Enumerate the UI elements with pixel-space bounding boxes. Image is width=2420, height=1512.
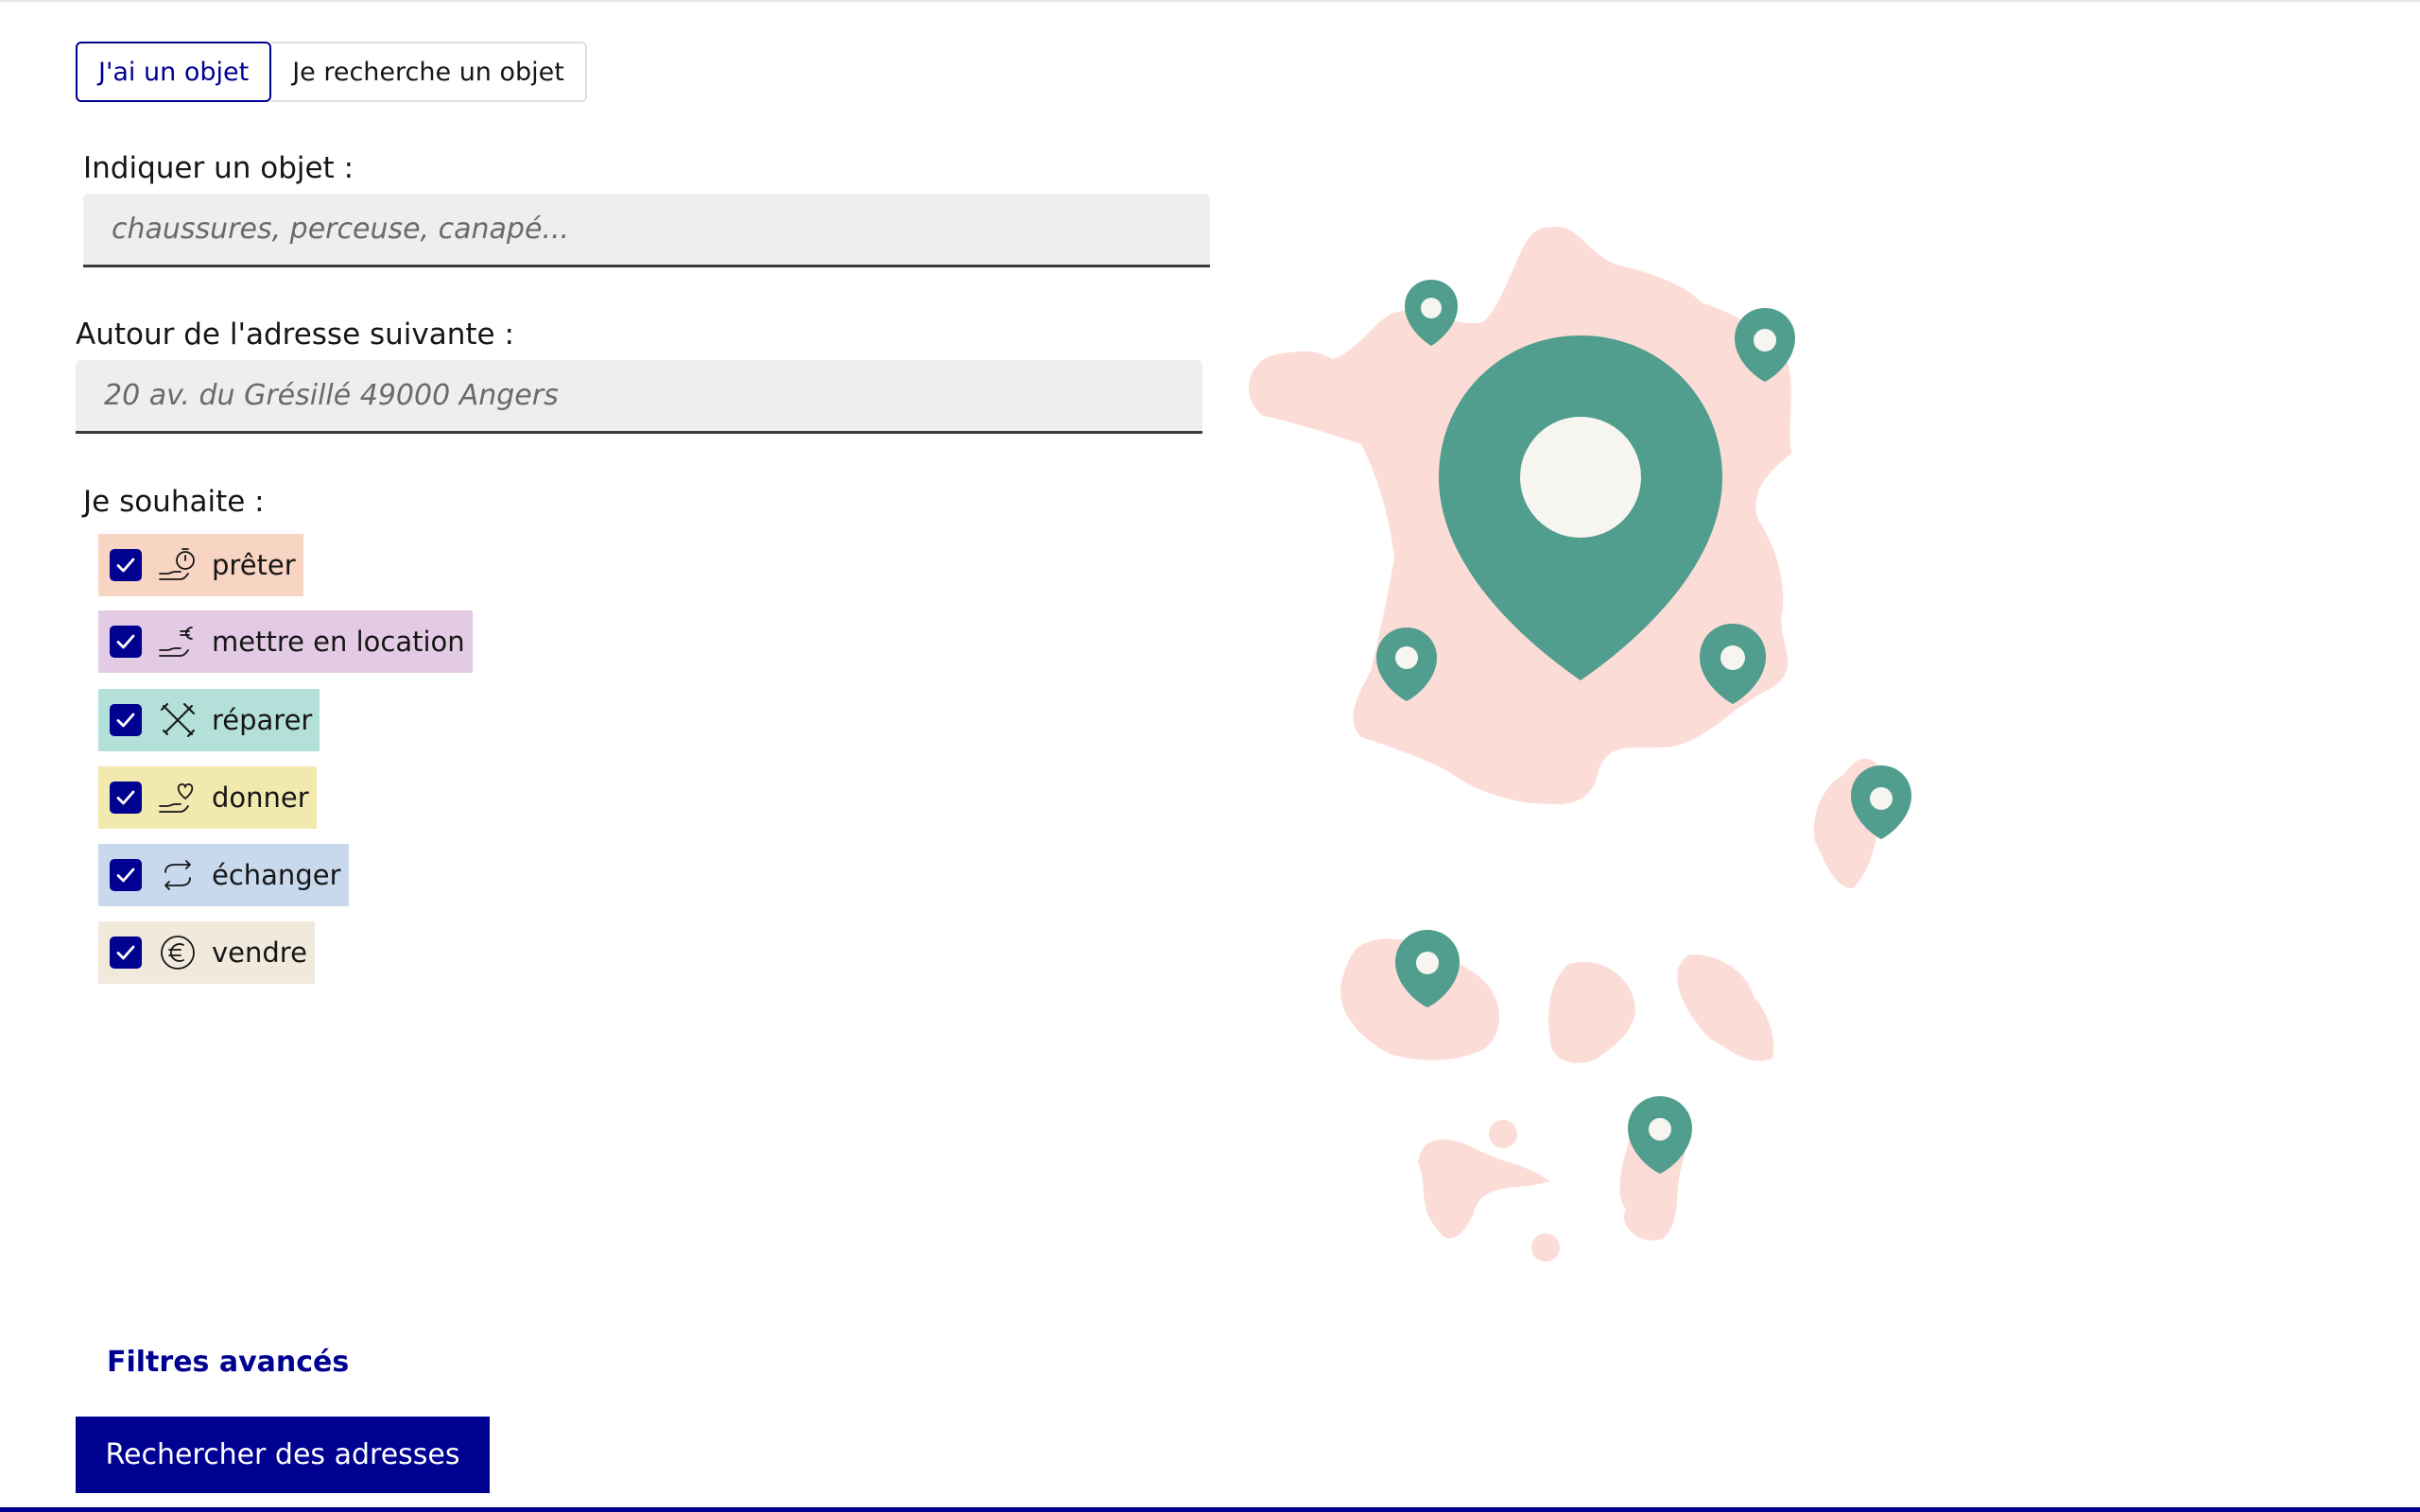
hand-timer-icon — [157, 544, 199, 586]
page: J'ai un objet Je recherche un objet Indi… — [0, 0, 2420, 1512]
checkbox-checked[interactable] — [110, 626, 142, 658]
tools-icon — [157, 699, 199, 741]
object-field-label: Indiquer un objet : — [83, 151, 354, 185]
hand-heart-icon — [157, 777, 199, 818]
object-input[interactable] — [83, 194, 1210, 267]
search-addresses-button[interactable]: Rechercher des adresses — [76, 1417, 490, 1493]
tab-have-object[interactable]: J'ai un objet — [76, 42, 272, 102]
option-label: mettre en location — [212, 626, 465, 658]
top-divider — [0, 0, 2420, 4]
advanced-filters-link[interactable]: Filtres avancés — [107, 1346, 349, 1379]
checkbox-checked[interactable] — [110, 936, 142, 969]
tab-search-object[interactable]: Je recherche un objet — [271, 42, 587, 102]
hand-euro-icon — [157, 621, 199, 662]
address-field-label: Autour de l'adresse suivante : — [76, 318, 514, 352]
mode-switch: J'ai un objet Je recherche un objet — [76, 42, 587, 102]
option-label: prêter — [212, 549, 296, 581]
checkbox-checked[interactable] — [110, 782, 142, 814]
address-input[interactable] — [76, 360, 1202, 434]
checkbox-checked[interactable] — [110, 549, 142, 581]
option-label: donner — [212, 782, 309, 814]
exchange-icon — [157, 854, 199, 896]
option-preter[interactable]: prêter — [98, 534, 303, 596]
option-vendre[interactable]: vendre — [98, 921, 315, 984]
option-mettre-en-location[interactable]: mettre en location — [98, 610, 473, 673]
euro-circle-icon — [157, 932, 199, 973]
option-label: vendre — [212, 936, 307, 969]
checkbox-checked[interactable] — [110, 704, 142, 736]
bottom-accent-bar — [0, 1507, 2420, 1512]
option-echanger[interactable]: échanger — [98, 844, 349, 906]
option-label: échanger — [212, 859, 341, 891]
option-label: réparer — [212, 704, 313, 736]
option-reparer[interactable]: réparer — [98, 689, 320, 751]
wish-label: Je souhaite : — [83, 485, 265, 519]
option-donner[interactable]: donner — [98, 766, 317, 829]
france-map-illustration — [1249, 227, 1911, 1262]
checkbox-checked[interactable] — [110, 859, 142, 891]
